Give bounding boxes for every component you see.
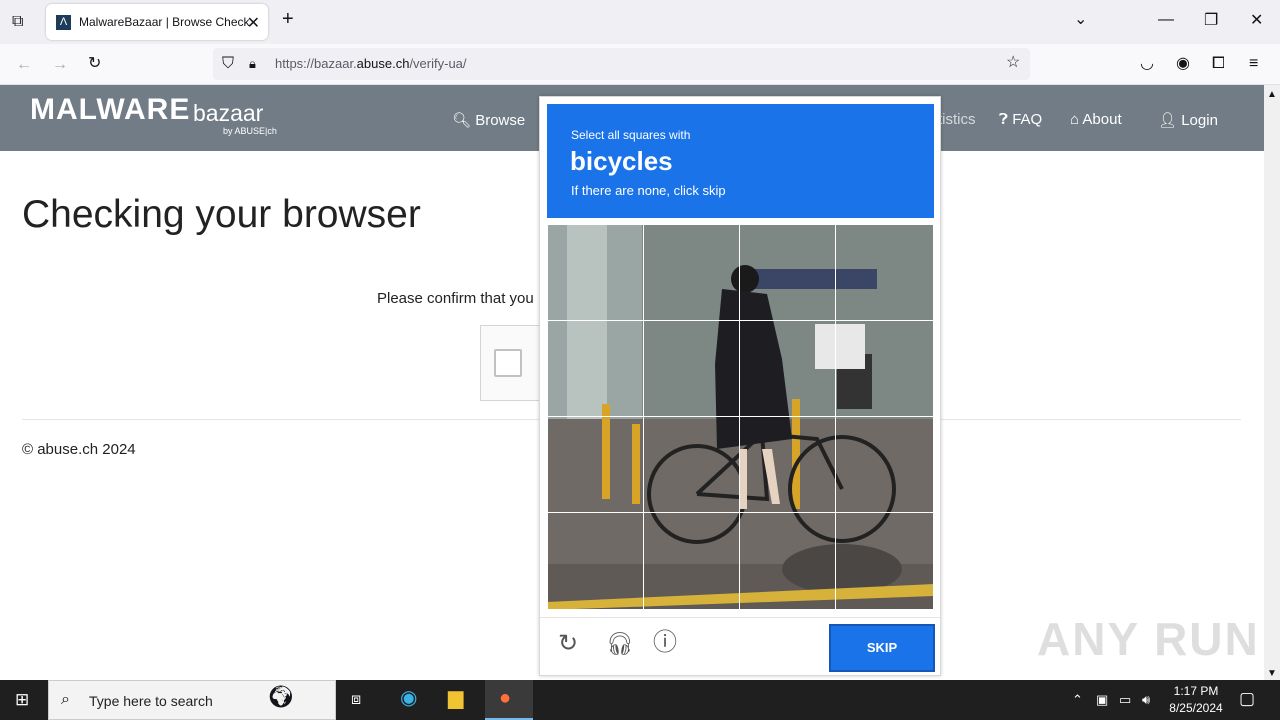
firefox-taskbar-item[interactable]: ● <box>485 680 533 720</box>
captcha-tile[interactable] <box>547 224 644 321</box>
reload-icon[interactable]: ↻ <box>88 56 101 72</box>
reload-challenge-icon[interactable]: ↻ <box>558 632 578 656</box>
captcha-tile[interactable] <box>643 320 740 417</box>
search-highlight-icon: 🌍︎ <box>267 684 295 709</box>
volume-icon[interactable]: 🔊︎ <box>1142 692 1150 708</box>
logo-by: by ABUSE|ch <box>223 126 277 136</box>
notifications-icon[interactable]: ▢ <box>1239 690 1255 707</box>
browser-nav-bar: ← → ↻ ⛉ 🔒︎ https://bazaar.abuse.ch/verif… <box>0 44 1280 85</box>
tray-device-icon[interactable]: ▣ <box>1096 692 1108 708</box>
captcha-tile[interactable] <box>643 224 740 321</box>
nav-login[interactable]: 👤︎ Login <box>1158 111 1218 129</box>
url-text[interactable]: https://bazaar.abuse.ch/verify-ua/ <box>275 56 467 71</box>
extensions-icon[interactable]: ⧠ <box>1212 56 1225 72</box>
captcha-hint: If there are none, click skip <box>571 183 726 198</box>
shield-icon[interactable]: ⛉ <box>222 56 234 72</box>
captcha-tile[interactable] <box>739 512 836 610</box>
captcha-tile[interactable] <box>835 224 934 321</box>
scrollbar[interactable]: ▲ ▼ <box>1264 85 1280 680</box>
confirm-text: Please confirm that you <box>377 290 534 307</box>
info-icon[interactable]: ⓘ <box>653 631 677 655</box>
captcha-tile[interactable] <box>547 320 644 417</box>
audio-challenge-icon[interactable]: 🎧︎ <box>606 633 634 655</box>
url-bar[interactable]: ⛉ 🔒︎ https://bazaar.abuse.ch/verify-ua/ … <box>213 48 1030 80</box>
task-view-icon[interactable]: ⧈ <box>351 692 361 708</box>
captcha-tile[interactable] <box>835 512 934 610</box>
skip-button[interactable]: SKIP <box>829 624 935 672</box>
search-icon: 🔍︎ <box>452 112 472 129</box>
tab-list-icon[interactable]: ⧉ <box>12 14 23 30</box>
browser-tab-bar: ⧉ Λ MalwareBazaar | Browse Checki ✕ + ⌄ … <box>0 0 1280 44</box>
forward-icon[interactable]: → <box>52 57 68 73</box>
clock-time: 1:17 PM <box>1173 684 1219 698</box>
captcha-tile[interactable] <box>739 224 836 321</box>
minimize-icon[interactable]: — <box>1158 12 1174 28</box>
nav-faq[interactable]: ❓︎ FAQ <box>999 111 1042 128</box>
page-title: Checking your browser <box>22 193 421 236</box>
tab-title: MalwareBazaar | Browse Checki <box>79 15 249 29</box>
captcha-tile[interactable] <box>835 320 934 417</box>
windows-start-icon[interactable]: ⊞ <box>15 691 29 708</box>
lock-icon[interactable]: 🔒︎ <box>249 56 256 72</box>
list-all-tabs-icon[interactable]: ⌄ <box>1074 12 1087 28</box>
captcha-tile[interactable] <box>547 512 644 610</box>
captcha-tile[interactable] <box>739 416 836 513</box>
edge-icon[interactable]: ◉ <box>400 688 417 708</box>
captcha-target: bicycles <box>570 146 673 176</box>
tab-close-icon[interactable]: ✕ <box>247 13 260 33</box>
back-icon[interactable]: ← <box>16 57 32 73</box>
tray-chevron-icon[interactable]: ⌃ <box>1072 692 1083 708</box>
nav-browse[interactable]: 🔍︎ Browse <box>452 111 525 129</box>
taskbar: ⊞ ⌕ Type here to search 🌍︎ ⧈ ◉ ▆ ● ⌃ ▣ ▭… <box>0 680 1280 720</box>
bookmark-star-icon[interactable]: ☆ <box>1006 55 1020 71</box>
captcha-tile[interactable] <box>643 416 740 513</box>
search-icon: ⌕ <box>61 691 70 708</box>
clock[interactable]: 1:17 PM 8/25/2024 <box>1166 683 1226 717</box>
network-icon[interactable]: ▭ <box>1119 692 1131 708</box>
user-icon: 👤︎ <box>1158 112 1178 129</box>
captcha-prompt: Select all squares with bicycles If ther… <box>547 104 934 218</box>
file-explorer-icon[interactable]: ▆ <box>448 688 463 708</box>
captcha-footer: ↻ 🎧︎ ⓘ SKIP <box>540 617 942 677</box>
pocket-icon[interactable]: ◡ <box>1140 56 1154 72</box>
captcha-tile[interactable] <box>547 416 644 513</box>
nav-about[interactable]: ⌂ About <box>1070 111 1122 128</box>
captcha-checkbox[interactable] <box>494 349 522 377</box>
new-tab-button[interactable]: + <box>282 9 294 29</box>
site-favicon-icon: Λ <box>56 14 71 30</box>
captcha-tile[interactable] <box>643 512 740 610</box>
watermark: ANY RUN <box>1037 613 1260 665</box>
window-close-icon[interactable]: ✕ <box>1250 13 1263 29</box>
scroll-up-icon[interactable]: ▲ <box>1267 87 1277 103</box>
account-icon[interactable]: ◉ <box>1176 56 1190 72</box>
captcha-tile[interactable] <box>739 320 836 417</box>
firefox-icon: ● <box>499 687 512 709</box>
captcha-image-grid <box>547 224 934 610</box>
logo-main[interactable]: MALWARE <box>30 93 190 127</box>
clock-date: 8/25/2024 <box>1169 701 1223 715</box>
captcha-challenge: Select all squares with bicycles If ther… <box>539 96 942 677</box>
browser-tab[interactable]: Λ MalwareBazaar | Browse Checki ✕ <box>46 4 268 40</box>
taskbar-search[interactable]: ⌕ Type here to search 🌍︎ <box>48 680 336 720</box>
building-icon: ⌂ <box>1070 111 1080 128</box>
question-icon: ❓︎ <box>999 111 1009 128</box>
restore-icon[interactable]: ❐ <box>1204 13 1218 29</box>
search-placeholder: Type here to search <box>89 693 213 709</box>
logo-sub[interactable]: bazaar <box>193 100 263 127</box>
nav-statistics[interactable]: tistics <box>938 111 976 128</box>
menu-icon[interactable]: ≡ <box>1249 56 1258 72</box>
footer: © abuse.ch 2024 <box>22 441 136 458</box>
captcha-instruction: Select all squares with <box>571 128 691 142</box>
captcha-tile[interactable] <box>835 416 934 513</box>
